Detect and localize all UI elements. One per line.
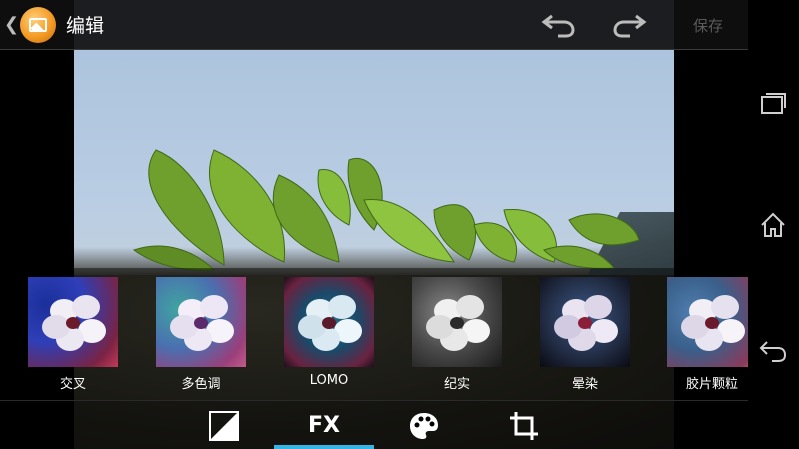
palette-icon [410, 412, 438, 439]
undo-icon[interactable] [540, 12, 576, 38]
up-chevron-icon[interactable]: ❮ [4, 14, 20, 35]
filter-label: 多色调 [181, 377, 221, 392]
page-title: 编辑 [66, 15, 105, 37]
filter-label: 交叉 [59, 377, 86, 392]
filter-item-vignette[interactable]: 晕染 [540, 277, 630, 392]
filter-strip: 交叉 多色调 FX LOMO [0, 268, 757, 400]
filter-thumbnail [667, 277, 757, 367]
exposure-icon [209, 410, 239, 441]
tab-fx[interactable]: FX [274, 401, 374, 449]
gallery-app-icon[interactable] [20, 6, 56, 43]
filter-label: 晕染 [571, 377, 598, 392]
filter-label: LOMO [309, 373, 349, 388]
system-nav-bar [748, 0, 799, 449]
save-button[interactable]: 保存 [693, 15, 723, 36]
recent-apps-icon[interactable] [758, 88, 788, 118]
filter-thumbnail [156, 277, 246, 367]
tool-tabs: FX [0, 400, 748, 449]
filter-thumbnail [284, 277, 374, 367]
filter-item-film-grain[interactable]: 胶片颗粒 [667, 277, 757, 392]
filter-item-multitone[interactable]: 多色调 [156, 277, 246, 392]
fx-label: FX [308, 413, 340, 438]
tab-crop[interactable] [474, 401, 574, 449]
redo-icon[interactable] [612, 12, 648, 38]
filter-label: 纪实 [443, 377, 470, 392]
filter-thumbnail [28, 277, 118, 367]
filter-label: 胶片颗粒 [685, 377, 738, 392]
filter-item-documentary[interactable]: 纪实 [412, 277, 502, 392]
filter-item-lomo[interactable]: FX LOMO [284, 277, 374, 388]
back-icon[interactable] [758, 336, 788, 366]
filter-thumbnail [540, 277, 630, 367]
filter-item-cross[interactable]: 交叉 [28, 277, 118, 392]
crop-icon [510, 411, 538, 440]
tab-palette[interactable] [374, 401, 474, 449]
tab-exposure[interactable] [174, 401, 274, 449]
filter-thumbnail [412, 277, 502, 367]
home-icon[interactable] [758, 210, 788, 240]
